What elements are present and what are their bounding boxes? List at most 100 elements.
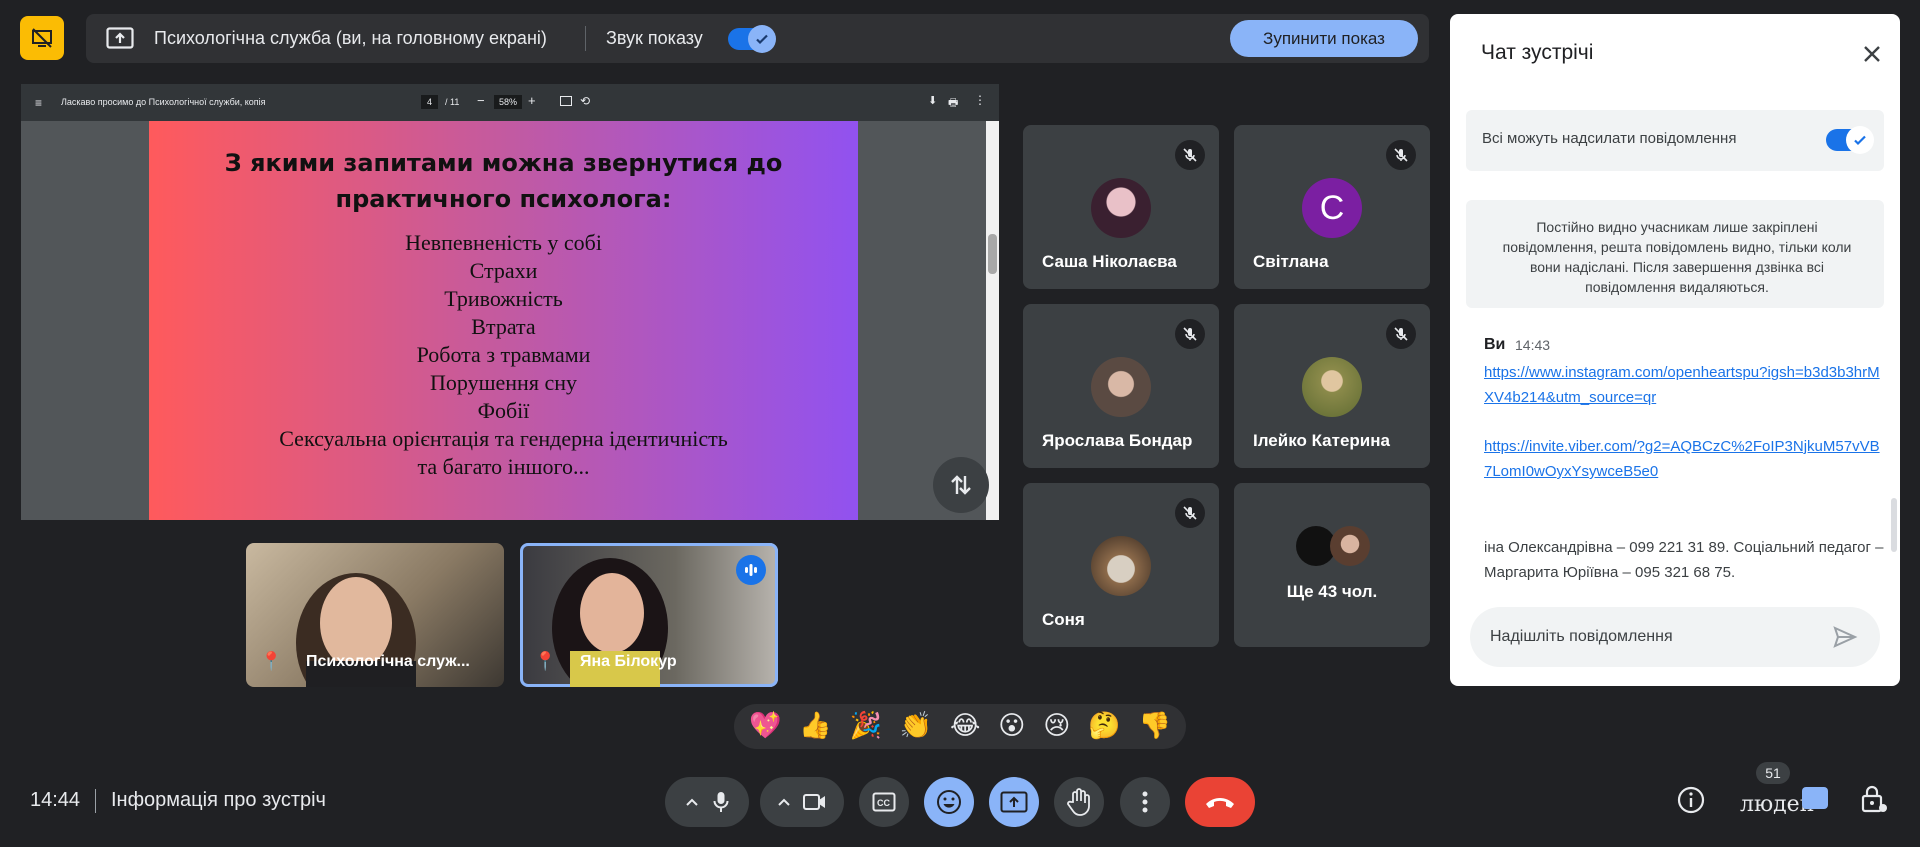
avatar: С — [1302, 178, 1362, 238]
slide-list: Невпевненість у собі Страхи Тривожність … — [149, 229, 858, 481]
reaction-party[interactable]: 🎉 — [849, 704, 881, 749]
swap-layout-button[interactable] — [933, 457, 989, 513]
microphone-icon[interactable] — [713, 791, 729, 813]
participant-tile[interactable]: С Світлана — [1234, 125, 1430, 289]
participant-tile[interactable]: Соня — [1023, 483, 1219, 647]
info-icon[interactable] — [1677, 786, 1705, 814]
reaction-thinking[interactable]: 🤔 — [1088, 704, 1120, 749]
share-audio-toggle[interactable] — [728, 25, 776, 53]
participant-tile[interactable]: Саша Ніколаєва — [1023, 125, 1219, 289]
chat-message-input[interactable] — [1470, 607, 1880, 667]
pdf-zoom-input[interactable]: 58% — [494, 95, 523, 109]
slide-list-item: Порушення сну — [429, 370, 577, 395]
swap-icon — [951, 475, 971, 495]
reaction-laugh[interactable]: 😂 — [950, 704, 980, 749]
reaction-thumbs-down[interactable]: 👎 — [1139, 704, 1171, 749]
mic-off-icon — [1175, 140, 1205, 170]
camera-icon[interactable] — [803, 793, 827, 811]
chat-message-link[interactable]: https://invite.viber.com/?g2=AQBCzC%2FoI… — [1484, 434, 1884, 484]
chat-notice: Постійно видно учасникам лише закріплені… — [1466, 200, 1884, 308]
video-tile[interactable]: 📍 Психологічна служ... — [246, 543, 504, 687]
more-participants-label: Ще 43 чол. — [1286, 582, 1378, 601]
participant-name: Саша Ніколаєва — [1042, 252, 1177, 271]
avatar — [1091, 357, 1151, 417]
pin-icon[interactable]: 📍 — [260, 651, 282, 672]
pdf-scrollbar-thumb[interactable] — [988, 234, 997, 274]
pdf-scrollbar[interactable] — [986, 121, 999, 520]
participant-name: Яна Білокур — [580, 653, 677, 670]
more-options-icon[interactable]: ⋮ — [974, 93, 986, 107]
avatar — [1302, 357, 1362, 417]
chat-panel: Чат зустрічі Всі можуть надсилати повідо… — [1450, 14, 1900, 686]
present-button[interactable] — [989, 777, 1039, 827]
slide-list-item: Страхи — [469, 258, 538, 283]
close-icon[interactable] — [1862, 44, 1882, 64]
reactions-bar: 💖 👍 🎉 👏 😂 😮 😢 🤔 👎 — [734, 704, 1186, 749]
reaction-heart[interactable]: 💖 — [749, 704, 781, 749]
slide-list-item: та багато іншого... — [417, 454, 590, 479]
rotate-icon[interactable]: ⟲ — [580, 94, 590, 108]
reaction-surprised[interactable]: 😮 — [998, 704, 1025, 749]
download-icon[interactable]: ⬇ — [928, 94, 937, 107]
participant-tile[interactable]: Ілейко Катерина — [1234, 304, 1430, 468]
fit-page-icon[interactable] — [560, 96, 572, 106]
presenting-bar: Психологічна служба (ви, на головному ек… — [86, 14, 1429, 63]
host-controls-lock-icon[interactable] — [1860, 784, 1888, 814]
mic-off-icon — [1175, 319, 1205, 349]
svg-text:CC: CC — [877, 798, 890, 808]
chat-permission-label: Всі можуть надсилати повідомлення — [1482, 130, 1737, 147]
speaking-indicator-icon — [736, 555, 766, 585]
pdf-page-input[interactable]: 4 — [421, 95, 439, 109]
raise-hand-button[interactable] — [1054, 777, 1104, 827]
send-icon[interactable] — [1832, 624, 1858, 650]
meeting-clock: 14:44 — [30, 789, 81, 811]
chat-scrollbar[interactable] — [1891, 498, 1897, 552]
print-icon[interactable]: 🖶 — [948, 94, 958, 113]
chevron-up-icon[interactable] — [777, 797, 791, 807]
more-participants-tile[interactable]: Ще 43 чол. — [1234, 483, 1430, 647]
reaction-thumbs-up[interactable]: 👍 — [799, 704, 831, 749]
chat-icon[interactable] — [1802, 787, 1828, 809]
chevron-up-icon[interactable] — [685, 797, 699, 807]
leave-call-button[interactable] — [1185, 777, 1255, 827]
meeting-info-label[interactable]: Інформація про зустріч — [111, 789, 326, 812]
zoom-in-icon[interactable]: + — [528, 93, 536, 108]
menu-icon[interactable]: ≡ — [35, 96, 42, 110]
present-screen-icon — [106, 26, 134, 50]
slide: З якими запитами можна звернутися до пра… — [149, 121, 858, 520]
captions-button[interactable]: CC — [859, 777, 909, 827]
chat-message-link[interactable]: https://www.instagram.com/openheartspu?i… — [1484, 360, 1884, 410]
participant-name: Ілейко Катерина — [1253, 431, 1390, 450]
pdf-doc-title: Ласкаво просимо до Психологічної служби,… — [61, 97, 266, 107]
presenting-status-icon[interactable] — [20, 16, 64, 60]
chat-notice-text: Постійно видно учасникам лише закріплені… — [1502, 219, 1852, 295]
slide-title-line-2: практичного психолога: — [335, 185, 672, 213]
mic-off-icon — [1386, 140, 1416, 170]
pin-icon[interactable]: 📍 — [534, 651, 556, 672]
reaction-clap[interactable]: 👏 — [900, 704, 932, 749]
emoji-button[interactable] — [924, 777, 974, 827]
shared-screen: ≡ Ласкаво просимо до Психологічної служб… — [21, 84, 999, 520]
video-tile-speaking[interactable]: 📍 Яна Білокур — [520, 543, 778, 687]
no-screen-icon — [32, 28, 52, 48]
more-options-button[interactable] — [1120, 777, 1170, 827]
avatar — [1091, 178, 1151, 238]
participant-tile[interactable]: Ярослава Бондар — [1023, 304, 1219, 468]
participant-name: Ярослава Бондар — [1042, 431, 1193, 450]
participant-name: Світлана — [1253, 252, 1329, 271]
chat-permission-toggle[interactable] — [1826, 126, 1874, 154]
captions-icon: CC — [872, 792, 896, 812]
mic-off-icon — [1386, 319, 1416, 349]
reaction-sad[interactable]: 😢 — [1043, 704, 1070, 749]
toggle-check-icon — [1846, 126, 1874, 154]
people-count-badge: 51 — [1756, 762, 1790, 784]
pdf-page-area: З якими запитами можна звернутися до пра… — [21, 121, 999, 520]
stop-presenting-button[interactable]: Зупинити показ — [1230, 20, 1418, 57]
chat-title: Чат зустрічі — [1481, 41, 1594, 64]
slide-title: З якими запитами можна звернутися до пра… — [149, 145, 858, 217]
toggle-check-icon — [748, 25, 776, 53]
slide-list-item: Робота з травмами — [416, 342, 591, 367]
zoom-out-icon[interactable]: − — [477, 93, 485, 108]
slide-list-item: Втрата — [471, 314, 536, 339]
pdf-page-total: / 11 — [445, 97, 460, 107]
